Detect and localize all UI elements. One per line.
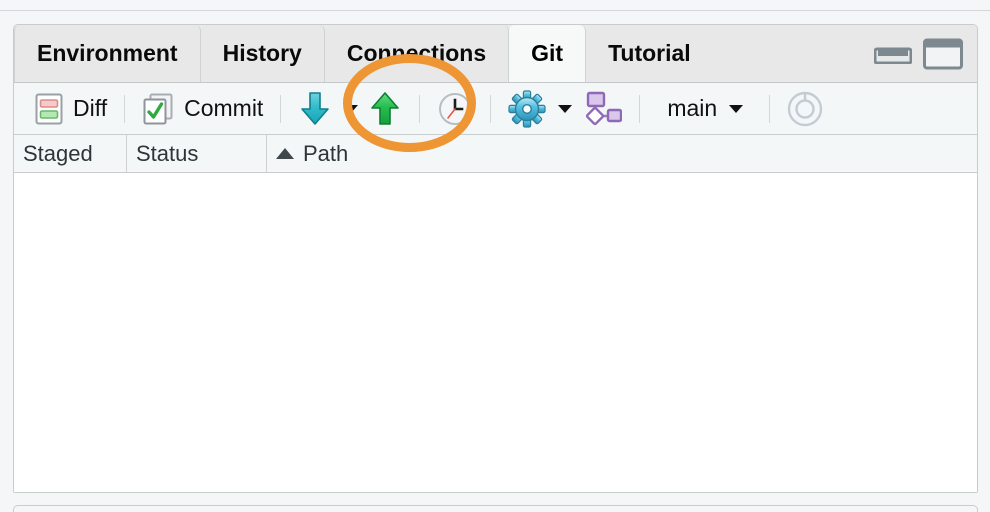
- more-options-button[interactable]: [500, 88, 574, 130]
- column-header-staged[interactable]: Staged: [14, 135, 127, 172]
- history-button[interactable]: [429, 88, 481, 130]
- tab-history-label: History: [222, 40, 302, 66]
- toolbar-separator: [280, 94, 282, 123]
- column-header-path[interactable]: Path: [267, 135, 977, 172]
- pane-tab-strip: Environment History Connections Git Tuto…: [14, 25, 977, 83]
- pull-down-arrow-icon: [298, 90, 332, 128]
- tab-git-label: Git: [531, 40, 564, 66]
- tab-environment[interactable]: Environment: [14, 25, 201, 82]
- diff-icon: [34, 93, 64, 125]
- column-header-status-label: Status: [136, 140, 199, 166]
- sort-ascending-icon: [276, 148, 294, 159]
- commit-icon: [142, 92, 175, 125]
- file-table-header: Staged Status Path: [14, 135, 977, 173]
- toolbar-separator: [639, 94, 641, 123]
- tab-history[interactable]: History: [200, 25, 325, 82]
- column-header-status[interactable]: Status: [127, 135, 267, 172]
- commit-button[interactable]: Commit: [134, 88, 271, 130]
- toolbar-separator: [124, 94, 126, 123]
- branch-selector-label: main: [667, 95, 718, 121]
- tab-environment-label: Environment: [37, 40, 178, 66]
- git-pane-screenshot: Environment History Connections Git Tuto…: [0, 0, 990, 512]
- gear-icon: [508, 89, 546, 128]
- branch-network-icon: [582, 90, 623, 128]
- diff-button-label: Diff: [73, 95, 108, 121]
- push-up-arrow-icon: [368, 90, 402, 128]
- refresh-icon: [785, 89, 825, 129]
- tab-tutorial[interactable]: Tutorial: [586, 25, 713, 82]
- tab-tutorial-label: Tutorial: [608, 40, 691, 66]
- toolbar-separator: [490, 94, 492, 123]
- branch-graph-button[interactable]: [574, 88, 630, 130]
- branch-selector[interactable]: main: [649, 88, 751, 130]
- chevron-down-icon[interactable]: [729, 104, 744, 113]
- git-toolbar: Diff Commit main: [14, 83, 977, 135]
- toolbar-separator: [769, 94, 771, 123]
- file-list[interactable]: [14, 173, 977, 492]
- tab-connections-label: Connections: [346, 40, 487, 66]
- commit-button-label: Commit: [184, 95, 264, 121]
- tab-strip-filler: [712, 25, 977, 82]
- tab-git[interactable]: Git: [509, 25, 587, 82]
- chevron-down-icon[interactable]: [344, 104, 359, 113]
- git-pane: Environment History Connections Git Tuto…: [13, 24, 978, 493]
- top-divider: [0, 10, 990, 11]
- minimize-pane-icon[interactable]: [874, 44, 912, 64]
- toolbar-separator: [419, 94, 421, 123]
- maximize-pane-icon[interactable]: [923, 38, 963, 70]
- column-header-staged-label: Staged: [23, 140, 93, 166]
- column-header-path-label: Path: [303, 140, 349, 166]
- tab-connections[interactable]: Connections: [324, 25, 510, 82]
- next-pane-top-edge: [13, 505, 978, 512]
- push-button[interactable]: [360, 88, 410, 130]
- refresh-button[interactable]: [779, 88, 833, 130]
- pull-button[interactable]: [290, 88, 360, 130]
- clock-history-icon: [437, 91, 473, 127]
- chevron-down-icon[interactable]: [558, 104, 573, 113]
- diff-button[interactable]: Diff: [26, 88, 115, 130]
